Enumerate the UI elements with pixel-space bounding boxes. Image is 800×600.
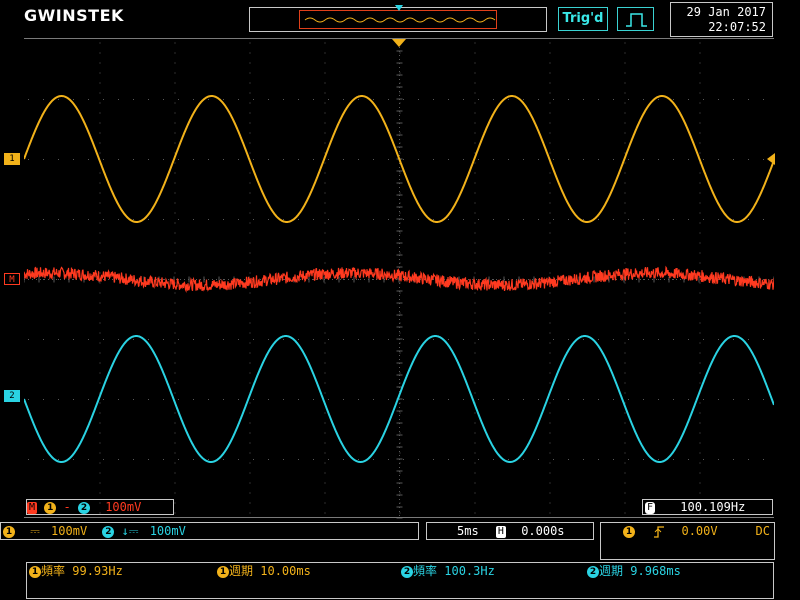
h-position-icon: H bbox=[495, 525, 506, 538]
waveform-plot bbox=[24, 39, 774, 519]
horizontal-position: 0.000s bbox=[521, 524, 565, 538]
freq-counter-value: 100.109Hz bbox=[680, 500, 746, 514]
frequency-counter: F 100.109Hz bbox=[642, 499, 773, 515]
ch2-ground-marker[interactable]: 2 bbox=[4, 390, 20, 402]
waveform-display[interactable] bbox=[24, 38, 774, 519]
math-operator: - bbox=[63, 500, 71, 514]
freq-counter-badge: F bbox=[645, 501, 656, 514]
measurement-value: 10.00ms bbox=[260, 564, 311, 578]
brand-logo: GWINSTEK bbox=[24, 6, 124, 25]
trigger-coupling: DC bbox=[755, 524, 770, 538]
rising-edge-icon bbox=[654, 525, 665, 538]
measurement-value: 9.968ms bbox=[630, 564, 681, 578]
measurement-label: 週期 bbox=[229, 564, 254, 578]
ch2-coupling-icon: ↓⎓ bbox=[121, 524, 139, 538]
ch1-badge: 1 bbox=[3, 525, 15, 538]
ch1-ground-marker[interactable]: 1 bbox=[4, 153, 20, 165]
date-text: 29 Jan 2017 bbox=[686, 5, 766, 19]
math-readout[interactable]: M 1 - 2 100mV bbox=[26, 499, 174, 515]
acquire-mode-button[interactable] bbox=[617, 7, 654, 31]
measurement-item: 1 週期 10.00ms bbox=[217, 564, 311, 578]
math-badge: M bbox=[27, 501, 38, 514]
ch1-badge: 1 bbox=[217, 565, 229, 578]
trigger-level-marker[interactable] bbox=[767, 153, 775, 165]
memory-view-window[interactable] bbox=[299, 10, 497, 29]
ch1-badge: 1 bbox=[44, 501, 57, 514]
measurement-value: 100.3Hz bbox=[444, 564, 495, 578]
ch1-coupling-icon: ⎓ bbox=[30, 524, 40, 538]
timebase-value: 5ms bbox=[457, 524, 479, 538]
date-time-display: 29 Jan 2017 22:07:52 bbox=[670, 2, 773, 37]
ch2-badge: 2 bbox=[587, 565, 599, 578]
ch1-scale: 100mV bbox=[51, 524, 88, 538]
ch1-badge: 1 bbox=[29, 565, 41, 578]
measurement-label: 頻率 bbox=[413, 564, 438, 578]
memory-trigger-icon bbox=[395, 5, 403, 11]
measurement-item: 2 頻率 100.3Hz bbox=[401, 564, 495, 578]
ch2-scale: 100mV bbox=[149, 524, 186, 538]
trigger-source-badge: 1 bbox=[623, 525, 635, 538]
trigger-position-marker[interactable] bbox=[392, 39, 406, 47]
measurement-item: 2 週期 9.968ms bbox=[587, 564, 681, 578]
math-ground-marker[interactable]: M bbox=[4, 273, 20, 285]
pulse-icon bbox=[626, 13, 647, 27]
vertical-status-bar[interactable]: 1 ⎓ 100mV 2 ↓⎓ 100mV bbox=[0, 522, 419, 540]
measurement-label: 頻率 bbox=[41, 564, 66, 578]
ch2-badge: 2 bbox=[401, 565, 413, 578]
measurement-label: 週期 bbox=[599, 564, 624, 578]
trigger-level: 0.00V bbox=[681, 524, 718, 538]
ch2-badge: 2 bbox=[77, 501, 90, 514]
measurement-bar: 1 頻率 99.93Hz 1 週期 10.00ms 2 頻率 100.3Hz 2 週期 … bbox=[26, 562, 774, 599]
ch2-badge: 2 bbox=[102, 525, 115, 538]
trigger-status-badge: Trig'd bbox=[558, 7, 608, 31]
measurement-item: 1 頻率 99.93Hz bbox=[29, 564, 123, 578]
math-scale: 100mV bbox=[105, 500, 142, 514]
time-text: 22:07:52 bbox=[708, 20, 766, 34]
trigger-status-panel[interactable]: 1 0.00V DC bbox=[600, 522, 775, 560]
measurement-value: 99.93Hz bbox=[72, 564, 123, 578]
horizontal-status-bar[interactable]: 5ms H 0.000s bbox=[426, 522, 594, 540]
